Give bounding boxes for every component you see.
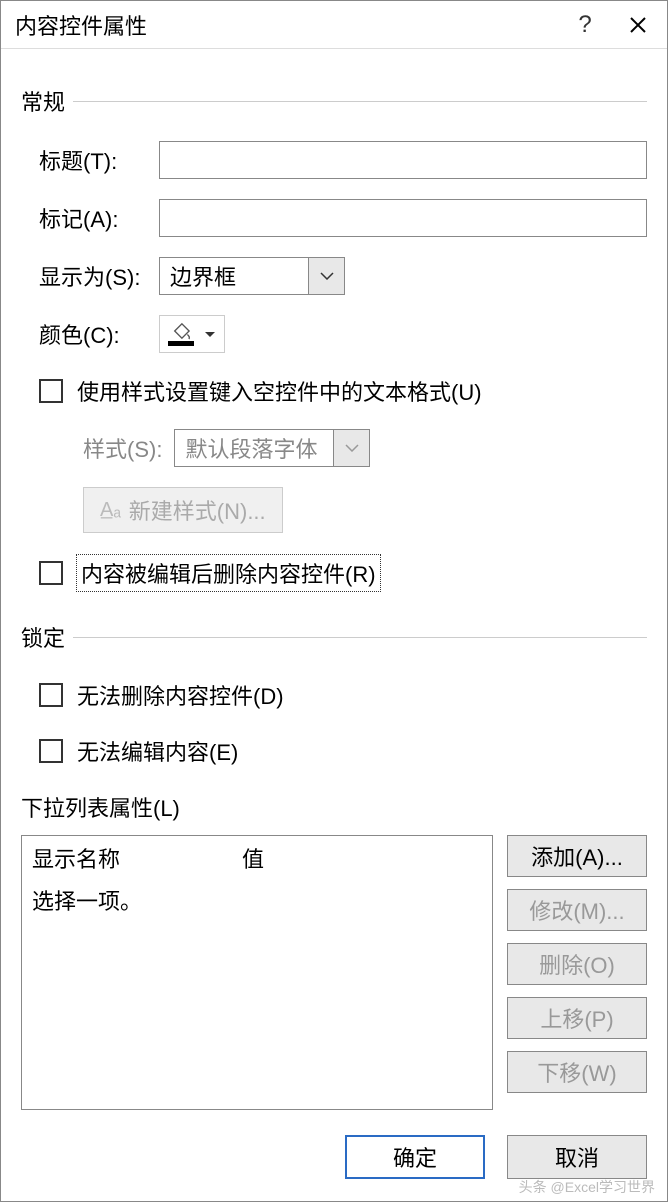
style-select: 默认段落字体	[174, 429, 370, 467]
dialog-title: 内容控件属性	[15, 9, 561, 41]
dropdown-list-box[interactable]: 显示名称 值 选择一项。	[21, 835, 493, 1110]
color-label: 颜色(C):	[39, 318, 159, 350]
cannot-delete-checkbox[interactable]	[39, 683, 63, 707]
show-as-value: 边界框	[159, 257, 309, 295]
tag-label: 标记(A):	[39, 202, 159, 234]
content-control-properties-dialog: 内容控件属性 ? 常规 标题(T): 标记(A): 显示为(S): 边界框	[0, 0, 668, 1202]
remove-after-edit-row: 内容被编辑后删除内容控件(R)	[39, 555, 647, 591]
use-style-checkbox[interactable]	[39, 379, 63, 403]
show-as-label: 显示为(S):	[39, 260, 159, 292]
style-value: 默认段落字体	[174, 429, 334, 467]
title-row: 标题(T):	[39, 141, 647, 179]
watermark: 头条 @Excel学习世界	[519, 1177, 655, 1197]
move-up-button: 上移(P)	[507, 997, 647, 1039]
delete-button: 删除(O)	[507, 943, 647, 985]
chevron-down-icon	[204, 331, 216, 338]
style-row: 样式(S): 默认段落字体	[83, 429, 647, 467]
title-input[interactable]	[159, 141, 647, 179]
style-label: 样式(S):	[83, 432, 162, 464]
paint-bucket-icon	[168, 322, 194, 346]
tag-input[interactable]	[159, 199, 647, 237]
group-general-label: 常规	[21, 85, 65, 117]
group-lock: 锁定	[21, 621, 647, 653]
close-button[interactable]	[609, 1, 667, 49]
move-down-button: 下移(W)	[507, 1051, 647, 1093]
show-as-select[interactable]: 边界框	[159, 257, 345, 295]
list-item-value	[242, 884, 482, 916]
list-item[interactable]: 选择一项。	[22, 880, 492, 920]
new-style-label: 新建样式(N)...	[129, 494, 266, 526]
cannot-edit-row: 无法编辑内容(E)	[39, 735, 647, 767]
list-side-buttons: 添加(A)... 修改(M)... 删除(O) 上移(P) 下移(W)	[507, 835, 647, 1110]
title-label: 标题(T):	[39, 144, 159, 176]
color-picker[interactable]	[159, 315, 225, 353]
use-style-label: 使用样式设置键入空控件中的文本格式(U)	[77, 375, 482, 407]
add-button[interactable]: 添加(A)...	[507, 835, 647, 877]
ok-button[interactable]: 确定	[345, 1135, 485, 1179]
style-icon: A̲ₐ	[100, 499, 121, 522]
remove-after-edit-checkbox[interactable]	[39, 561, 63, 585]
close-icon	[629, 16, 647, 34]
cannot-delete-label: 无法删除内容控件(D)	[77, 679, 284, 711]
cannot-delete-row: 无法删除内容控件(D)	[39, 679, 647, 711]
chevron-down-icon	[345, 444, 359, 452]
dropdown-body: 显示名称 值 选择一项。 添加(A)... 修改(M)... 删除(O) 上移(…	[21, 835, 647, 1110]
dialog-body: 常规 标题(T): 标记(A): 显示为(S): 边界框 颜色(C):	[1, 49, 667, 1117]
show-as-dropdown-button[interactable]	[309, 257, 345, 295]
style-dropdown-button	[334, 429, 370, 467]
remove-after-edit-label: 内容被编辑后删除内容控件(R)	[77, 555, 380, 591]
cancel-button[interactable]: 取消	[507, 1135, 647, 1179]
list-col-value: 值	[242, 842, 482, 874]
titlebar: 内容控件属性 ?	[1, 1, 667, 49]
new-style-button: A̲ₐ 新建样式(N)...	[83, 487, 283, 533]
show-as-row: 显示为(S): 边界框	[39, 257, 647, 295]
divider	[73, 637, 647, 638]
cannot-edit-label: 无法编辑内容(E)	[77, 735, 238, 767]
dropdown-list-label: 下拉列表属性(L)	[21, 791, 647, 823]
cannot-edit-checkbox[interactable]	[39, 739, 63, 763]
list-item-name: 选择一项。	[32, 884, 242, 916]
modify-button: 修改(M)...	[507, 889, 647, 931]
use-style-checkbox-row: 使用样式设置键入空控件中的文本格式(U)	[39, 375, 647, 407]
list-col-name: 显示名称	[32, 842, 242, 874]
group-general: 常规	[21, 85, 647, 117]
dropdown-list-section: 下拉列表属性(L) 显示名称 值 选择一项。 添加(A)... 修改(M)...…	[21, 791, 647, 1110]
list-header: 显示名称 值	[22, 836, 492, 880]
chevron-down-icon	[320, 272, 334, 280]
color-swatch	[168, 341, 194, 346]
color-row: 颜色(C):	[39, 315, 647, 353]
group-lock-label: 锁定	[21, 621, 65, 653]
help-button[interactable]: ?	[561, 1, 609, 49]
tag-row: 标记(A):	[39, 199, 647, 237]
divider	[73, 101, 647, 102]
